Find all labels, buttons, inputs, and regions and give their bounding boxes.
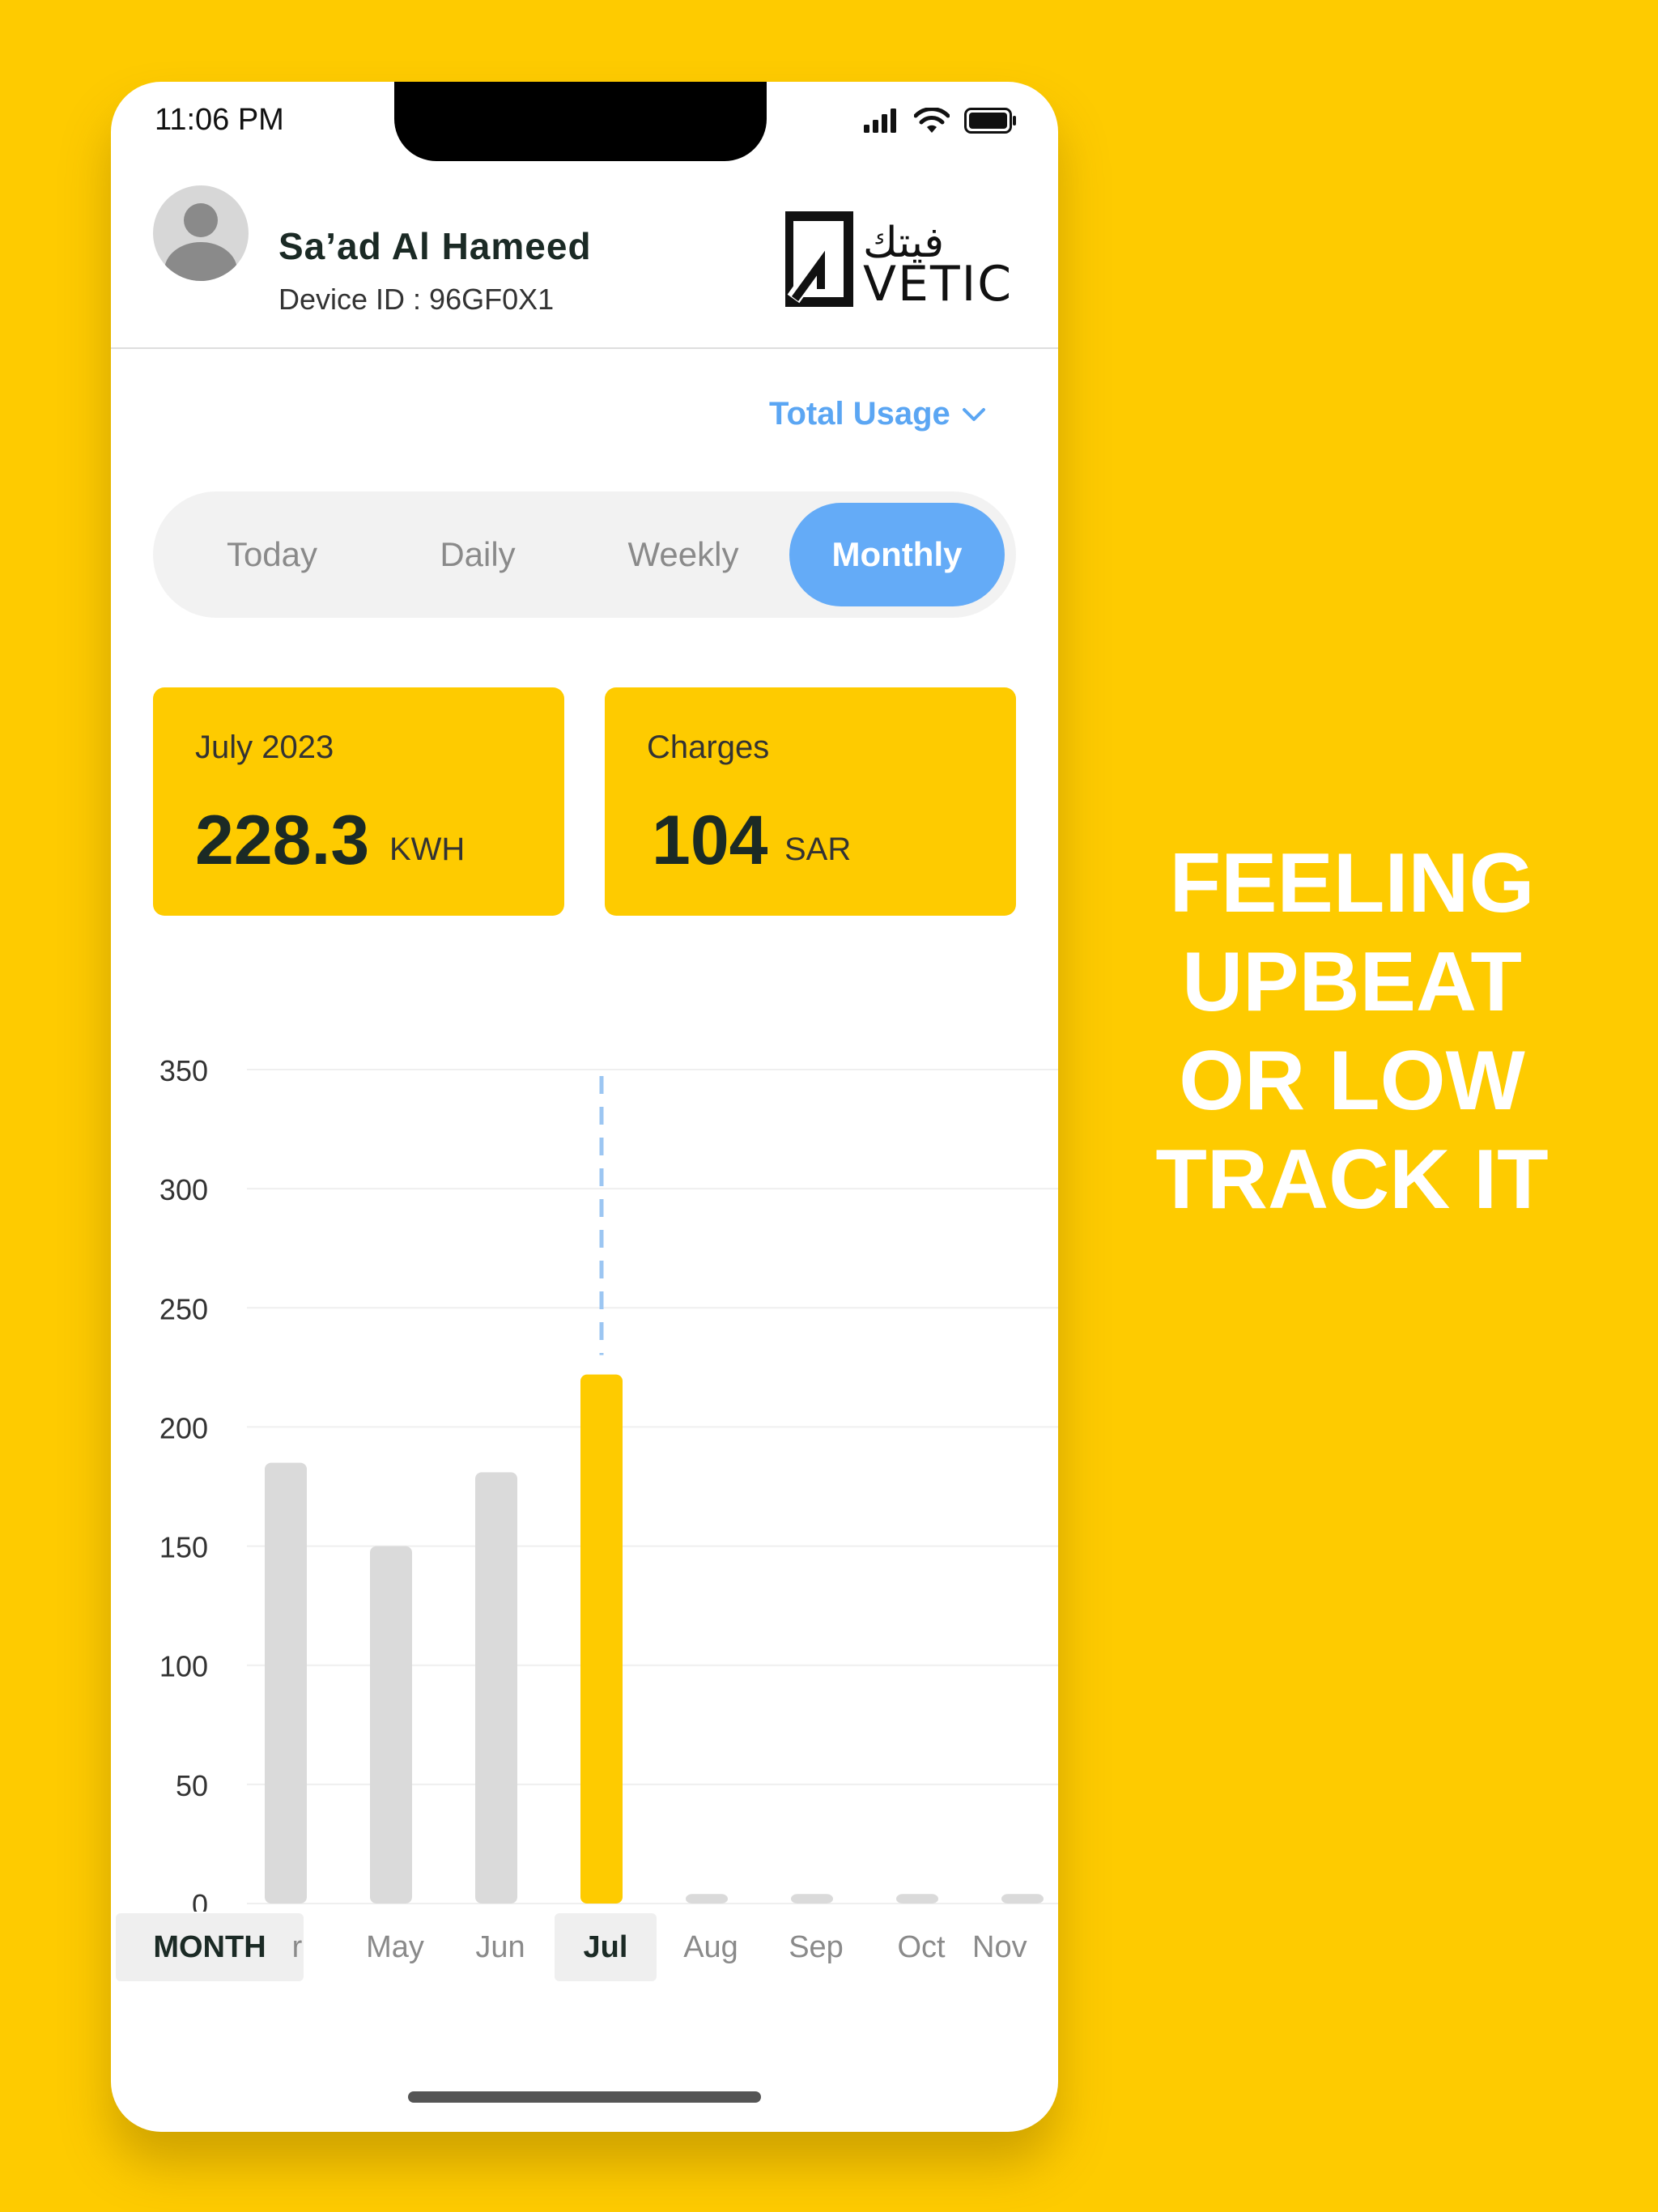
month-item-may[interactable]: May xyxy=(344,1913,446,1981)
usage-card: July 2023 228.3 KWH xyxy=(153,687,564,916)
y-tick-label: 300 xyxy=(159,1173,208,1206)
month-item-jun[interactable]: Jun xyxy=(449,1913,551,1981)
charges-card-value: 104 xyxy=(652,802,768,879)
usage-card-label: July 2023 xyxy=(195,730,334,765)
bar-may xyxy=(370,1546,412,1904)
bar-oct xyxy=(896,1894,938,1904)
tagline-line-1: FEELING xyxy=(1169,836,1535,930)
total-usage-label: Total Usage xyxy=(769,396,950,432)
tagline-line-2: UPBEAT xyxy=(1182,935,1522,1029)
month-item-jul[interactable]: Jul xyxy=(555,1913,657,1981)
usage-card-unit: KWH xyxy=(389,832,466,867)
tab-daily[interactable]: Daily xyxy=(370,503,585,606)
notch xyxy=(394,82,767,161)
month-item-oct[interactable]: Oct xyxy=(870,1913,972,1981)
bar-aug xyxy=(686,1894,728,1904)
y-tick-label: 50 xyxy=(176,1769,208,1802)
bar-apr xyxy=(265,1462,307,1904)
user-name: Sa’ad Al Hameed xyxy=(278,225,592,267)
status-icons xyxy=(864,108,1018,134)
month-item-sep[interactable]: Sep xyxy=(765,1913,867,1981)
bar-sep xyxy=(791,1894,833,1904)
total-usage-dropdown[interactable]: Total Usage xyxy=(769,396,986,432)
avatar[interactable] xyxy=(153,185,249,281)
usage-card-value: 228.3 xyxy=(195,802,370,879)
status-time: 11:06 PM xyxy=(155,103,284,137)
tab-weekly[interactable]: Weekly xyxy=(576,503,791,606)
charges-card-label: Charges xyxy=(647,730,770,765)
usage-bar-chart: 350 300 250 200 150 100 50 0 xyxy=(159,1054,1058,1912)
logo-latin-text: VETIC xyxy=(863,256,1012,308)
device-id: Device ID : 96GF0X1 xyxy=(278,283,555,316)
home-indicator xyxy=(408,2091,761,2103)
month-item-nov[interactable]: Nov xyxy=(972,1913,1053,1981)
charges-card-unit: SAR xyxy=(784,832,852,867)
y-tick-label: 100 xyxy=(159,1650,208,1683)
battery-icon xyxy=(964,108,1016,134)
tagline-line-4: TRACK IT xyxy=(1155,1133,1549,1227)
charges-card: Charges 104 SAR xyxy=(605,687,1016,916)
y-tick-label: 0 xyxy=(192,1888,208,1912)
chevron-down-icon xyxy=(962,407,985,421)
signal-icon xyxy=(864,108,896,133)
y-tick-label: 150 xyxy=(159,1531,208,1564)
bar-jun xyxy=(475,1472,517,1904)
phone-screen: 11:06 PM Sa’ad Al Hameed Device ID : 96G… xyxy=(111,82,1058,2132)
y-tick-label: 350 xyxy=(159,1054,208,1087)
bar-jul xyxy=(580,1374,623,1904)
month-item-apr[interactable]: r xyxy=(265,1913,329,1981)
promo-tagline: FEELING UPBEAT OR LOW TRACK IT xyxy=(1133,834,1571,1229)
y-tick-label: 200 xyxy=(159,1411,208,1444)
month-item-aug[interactable]: Aug xyxy=(660,1913,762,1981)
period-tabs: Today Daily Weekly Monthly xyxy=(153,491,1016,618)
tab-monthly[interactable]: Monthly xyxy=(789,503,1005,606)
wifi-icon xyxy=(914,108,950,133)
tagline-line-3: OR LOW xyxy=(1179,1034,1525,1128)
vetic-logo: فيتك VETIC xyxy=(785,211,1012,308)
bar-nov xyxy=(1001,1894,1044,1904)
tab-today[interactable]: Today xyxy=(164,503,380,606)
y-tick-label: 250 xyxy=(159,1292,208,1325)
